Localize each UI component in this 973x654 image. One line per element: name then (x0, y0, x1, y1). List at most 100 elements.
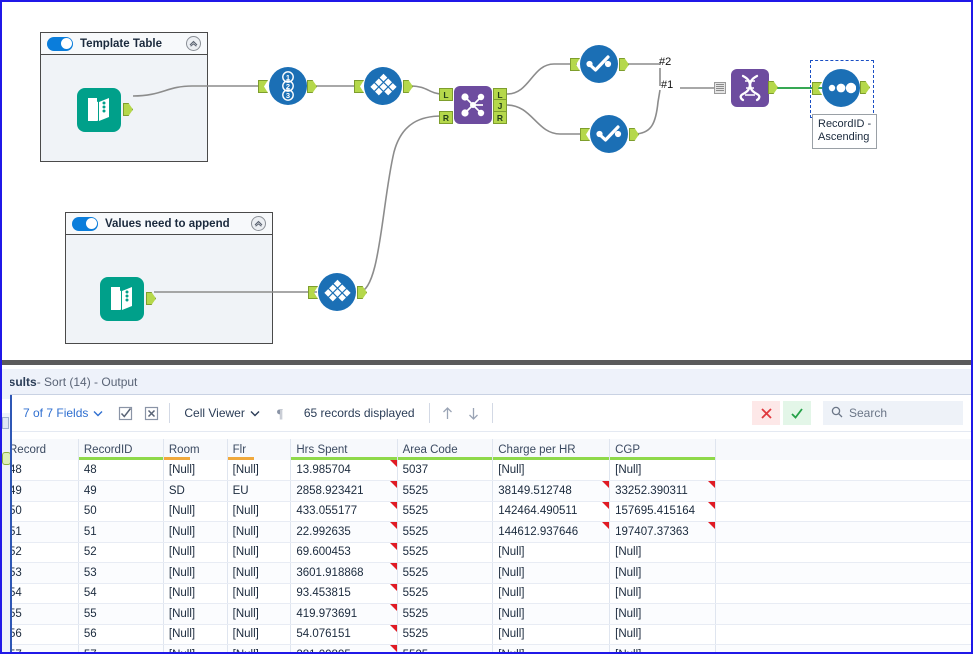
search-input[interactable]: Search (823, 401, 963, 425)
cell-record[interactable]: 52 (4, 542, 79, 563)
cell-flr[interactable]: [Null] (227, 542, 292, 563)
table-row[interactable]: 50 50 [Null] [Null] 433.055177 5525 142464.490… (4, 501, 971, 522)
column-header-room[interactable]: Room (163, 439, 228, 460)
cell-room[interactable]: [Null] (163, 603, 228, 625)
cell-cgp[interactable]: [Null] (609, 583, 717, 604)
cell-room[interactable]: [Null] (163, 562, 228, 584)
column-header-hrs-spent[interactable]: Hrs Spent (290, 439, 398, 460)
cell-hrs[interactable]: 3601.918868 (290, 562, 398, 584)
output-port[interactable] (768, 81, 778, 94)
table-row[interactable]: 51 51 [Null] [Null] 22.992635 5525 144612.9376… (4, 521, 971, 543)
chevron-up-icon[interactable] (186, 36, 201, 51)
cell-viewer-selector[interactable]: Cell Viewer (175, 400, 268, 426)
table-row[interactable]: 53 53 [Null] [Null] 3601.918868 5525 [Null] [Nu… (4, 562, 971, 584)
cell-flr[interactable]: [Null] (227, 603, 292, 625)
cell-recordid[interactable]: 57 (78, 644, 164, 652)
cell-record[interactable]: 49 (4, 480, 79, 502)
tool-container-values-need-to-append[interactable]: Values need to append (65, 212, 273, 344)
table-row[interactable]: 48 48 [Null] [Null] 13.985704 5037 [Null] [Null… (4, 460, 971, 481)
cell-flr[interactable]: [Null] (227, 562, 292, 584)
cell-record[interactable]: 54 (4, 583, 79, 604)
input-data-tool-1[interactable] (77, 88, 121, 132)
output-port[interactable] (307, 80, 317, 93)
cell-area[interactable]: 5525 (397, 624, 494, 645)
union-input-connector-icon[interactable] (714, 82, 726, 94)
cell-room[interactable]: [Null] (163, 583, 228, 604)
input-port[interactable] (308, 286, 318, 299)
select-tool-1[interactable] (364, 67, 402, 105)
cell-area[interactable]: 5525 (397, 603, 494, 625)
cell-record[interactable]: 50 (4, 501, 79, 522)
cell-charge[interactable]: 142464.490511 (492, 501, 611, 522)
cell-flr[interactable]: [Null] (227, 644, 292, 652)
join-input-port-right[interactable]: R (439, 111, 453, 124)
cell-record[interactable]: 55 (4, 603, 79, 625)
table-row[interactable]: 52 52 [Null] [Null] 69.600453 5525 [Null] [Null… (4, 542, 971, 563)
column-header-recordid[interactable]: RecordID (78, 439, 164, 460)
cell-area[interactable]: 5525 (397, 521, 494, 543)
output-port[interactable] (619, 58, 629, 71)
cell-charge[interactable]: [Null] (492, 562, 611, 584)
container-header[interactable]: Values need to append (66, 213, 272, 235)
cell-hrs[interactable]: 433.055177 (290, 501, 398, 522)
sort-tool[interactable] (822, 69, 860, 107)
cell-record[interactable]: 57 (4, 644, 79, 652)
table-row[interactable]: 49 49 SD EU 2858.923421 5525 38149.512748 33252… (4, 480, 971, 502)
cell-area[interactable]: 5525 (397, 480, 494, 502)
cell-room[interactable]: [Null] (163, 460, 228, 481)
cell-hrs[interactable]: 22.992635 (290, 521, 398, 543)
cell-room[interactable]: [Null] (163, 644, 228, 652)
cell-record[interactable]: 53 (4, 562, 79, 584)
cell-charge[interactable]: [Null] (492, 624, 611, 645)
cell-recordid[interactable]: 53 (78, 562, 164, 584)
cell-cgp[interactable]: [Null] (609, 624, 717, 645)
cell-hrs[interactable]: 419.973691 (290, 603, 398, 625)
cell-room[interactable]: [Null] (163, 624, 228, 645)
formula-tool-1[interactable] (580, 45, 618, 83)
cell-recordid[interactable]: 48 (78, 460, 164, 481)
cell-flr[interactable]: [Null] (227, 583, 292, 604)
cell-area[interactable]: 5525 (397, 583, 494, 604)
cell-hrs[interactable]: 2858.923421 (290, 480, 398, 502)
cell-flr[interactable]: [Null] (227, 501, 292, 522)
cell-flr[interactable]: EU (227, 480, 292, 502)
join-output-port-right[interactable]: R (493, 111, 507, 124)
workflow-canvas[interactable]: Template Table Values need to append 1 2… (2, 2, 971, 360)
cell-cgp[interactable]: 197407.37363 (609, 521, 717, 543)
check-icon[interactable] (783, 401, 811, 425)
cell-cgp[interactable]: 33252.390311 (609, 480, 717, 502)
column-header-flr[interactable]: Flr (227, 439, 292, 460)
cell-charge[interactable]: 38149.512748 (492, 480, 611, 502)
container-header[interactable]: Template Table (41, 33, 207, 55)
results-grid[interactable]: Record RecordID Room Flr Hrs Spent Area … (4, 433, 971, 652)
cell-cgp[interactable]: [Null] (609, 562, 717, 584)
container-enable-toggle[interactable] (47, 36, 73, 51)
cell-room[interactable]: [Null] (163, 542, 228, 563)
cell-area[interactable]: 5525 (397, 501, 494, 522)
cell-flr[interactable]: [Null] (227, 624, 292, 645)
checkbox-checked-icon[interactable] (115, 403, 135, 423)
output-port[interactable] (403, 80, 413, 93)
cell-hrs[interactable]: 69.600453 (290, 542, 398, 563)
arrow-up-icon[interactable] (437, 402, 459, 424)
table-row[interactable]: 54 54 [Null] [Null] 93.453815 5525 [Null] [Null… (4, 583, 971, 604)
cell-room[interactable]: [Null] (163, 501, 228, 522)
table-row[interactable]: 55 55 [Null] [Null] 419.973691 5525 [Null] [Nul… (4, 603, 971, 625)
tool-container-template-table[interactable]: Template Table (40, 32, 208, 162)
container-enable-toggle[interactable] (72, 216, 98, 231)
cell-hrs[interactable]: 93.453815 (290, 583, 398, 604)
cell-recordid[interactable]: 54 (78, 583, 164, 604)
cell-charge[interactable]: [Null] (492, 644, 611, 652)
cell-area[interactable]: 5525 (397, 644, 494, 652)
column-header-charge-per-hr[interactable]: Charge per HR (492, 439, 611, 460)
input-port[interactable] (580, 128, 590, 141)
cell-charge[interactable]: [Null] (492, 542, 611, 563)
join-tool[interactable] (454, 86, 492, 124)
cell-charge[interactable]: 144612.937646 (492, 521, 611, 543)
formula-tool-2[interactable] (590, 115, 628, 153)
cell-room[interactable]: SD (163, 480, 228, 502)
cell-record[interactable]: 51 (4, 521, 79, 543)
clear-selection-icon[interactable] (141, 403, 161, 423)
cell-room[interactable]: [Null] (163, 521, 228, 543)
cell-recordid[interactable]: 52 (78, 542, 164, 563)
